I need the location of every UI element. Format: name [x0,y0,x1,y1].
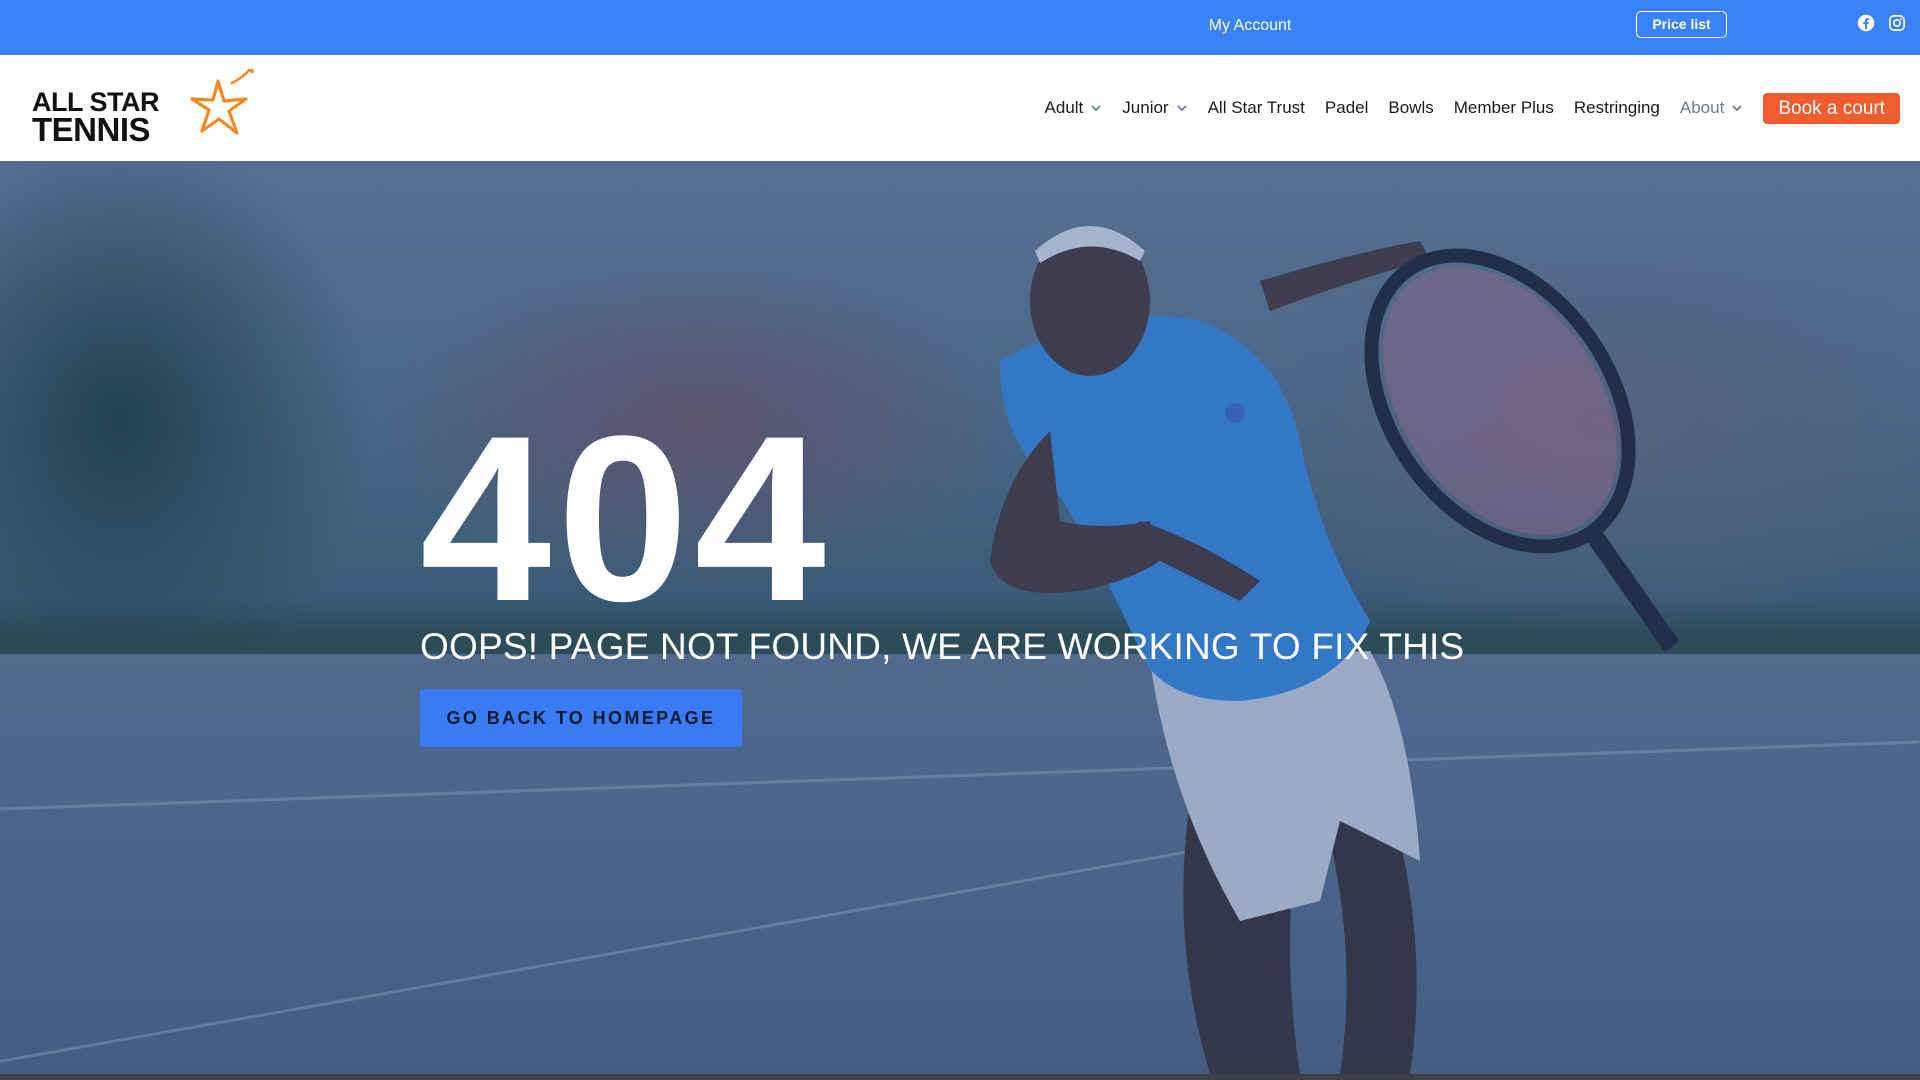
top-utility-bar: My Account Price list [0,0,1920,55]
nav-item-bowls[interactable]: Bowls [1388,98,1433,118]
chevron-down-icon [1090,102,1102,114]
nav-item-about[interactable]: About [1680,98,1743,118]
book-a-court-button[interactable]: Book a court [1763,92,1900,124]
site-header: ALL STAR TENNIS Adult Junior All Star Tr… [0,55,1920,161]
my-account-link[interactable]: My Account [1170,0,1330,55]
nav-item-label: About [1679,98,1725,117]
instagram-icon[interactable] [1888,14,1906,32]
price-list-button[interactable]: Price list [1636,11,1727,38]
nav-item-all-star-trust[interactable]: All Star Trust [1208,98,1305,118]
logo-star-icon [190,69,254,135]
nav-item-junior[interactable]: Junior [1122,98,1187,118]
footer-strip [0,1074,1920,1080]
nav-item-adult[interactable]: Adult [1045,98,1103,118]
hero-404-section: 404 OOPS! PAGE NOT FOUND, WE ARE WORKING… [0,161,1920,1074]
nav-item-member-plus[interactable]: Member Plus [1454,98,1554,118]
nav-item-padel[interactable]: Padel [1325,98,1368,118]
facebook-icon[interactable] [1857,14,1875,32]
chevron-down-icon [1176,102,1188,114]
error-code: 404 [420,387,832,651]
nav-item-restringing[interactable]: Restringing [1574,98,1660,118]
all-star-tennis-logo[interactable]: ALL STAR TENNIS [30,67,260,149]
nav-item-label: Junior [1122,98,1169,117]
hero-overlay [0,161,1920,1074]
nav-item-label: Adult [1044,98,1084,117]
logo-line-2: TENNIS [32,111,151,148]
main-navigation: Adult Junior All Star Trust Padel Bowls … [1025,55,1900,161]
error-message: OOPS! PAGE NOT FOUND, WE ARE WORKING TO … [420,626,1465,667]
chevron-down-icon [1731,102,1743,114]
go-back-to-homepage-button[interactable]: GO BACK TO HOMEPAGE [420,689,742,747]
